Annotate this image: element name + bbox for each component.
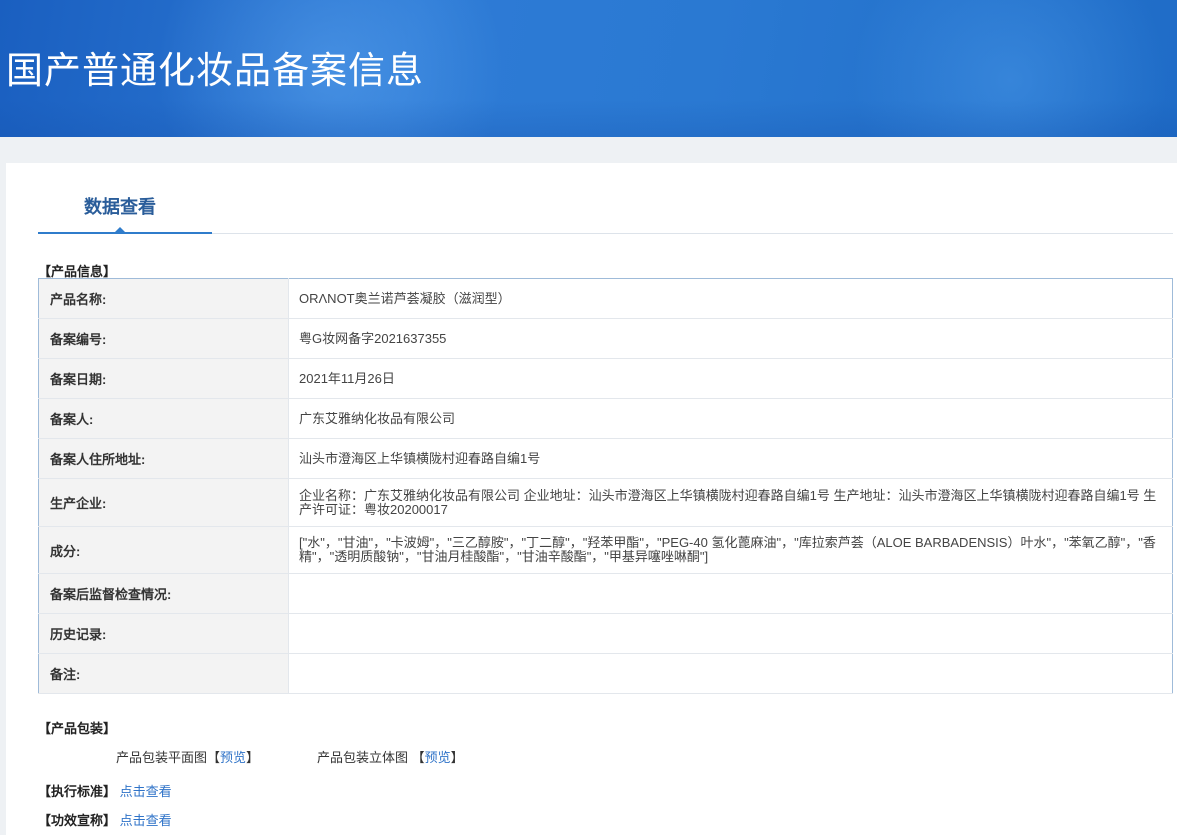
- bracket: 】: [450, 750, 464, 765]
- row-value: 粤G妆网备字2021637355: [288, 318, 1173, 359]
- header-banner: 国产普通化妆品备案信息: [0, 0, 1177, 137]
- table-row: 备案人: 广东艾雅纳化妆品有限公司: [38, 398, 1173, 439]
- preview-flat-link[interactable]: 预览: [220, 750, 246, 765]
- table-row: 生产企业: 企业名称：广东艾雅纳化妆品有限公司 企业地址：汕头市澄海区上华镇横陇…: [38, 478, 1173, 527]
- row-value: [288, 573, 1173, 614]
- standard-label: 【执行标准】: [38, 784, 117, 799]
- row-key: 备案编号:: [38, 318, 289, 359]
- standard-row: 【执行标准】 点击查看: [38, 781, 172, 800]
- tab-caret-icon: [114, 227, 126, 233]
- packaging-label: 【产品包装】: [38, 721, 117, 736]
- table-row: 备案日期: 2021年11月26日: [38, 358, 1173, 399]
- row-key: 历史记录:: [38, 613, 289, 654]
- table-row: 成分: ["水"，"甘油"，"卡波姆"，"三乙醇胺"，"丁二醇"，"羟苯甲酯"，…: [38, 526, 1173, 574]
- row-key: 备案人住所地址:: [38, 438, 289, 479]
- bracket: 】: [246, 750, 260, 765]
- packaging-flat: 产品包装平面图【预览】: [116, 747, 259, 766]
- row-key: 备案人:: [38, 398, 289, 439]
- table-row: 备案人住所地址: 汕头市澄海区上华镇横陇村迎春路自编1号: [38, 438, 1173, 479]
- standard-view-link[interactable]: 点击查看: [120, 784, 172, 799]
- row-value: 企业名称：广东艾雅纳化妆品有限公司 企业地址：汕头市澄海区上华镇横陇村迎春路自编…: [288, 478, 1173, 527]
- packaging-solid-label: 产品包装立体图: [317, 750, 409, 765]
- table-row: 备案后监督检查情况:: [38, 573, 1173, 614]
- row-key: 备注:: [38, 653, 289, 694]
- page-title: 国产普通化妆品备案信息: [6, 49, 424, 92]
- row-key: 成分:: [38, 526, 289, 574]
- content-panel: 数据查看 【产品信息】 产品名称: ORΛNOT奥兰诺芦荟凝胶（滋润型） 备案编…: [6, 163, 1177, 835]
- table-row: 备案编号: 粤G妆网备字2021637355: [38, 318, 1173, 359]
- efficacy-row: 【功效宣称】 点击查看: [38, 810, 172, 829]
- row-key: 备案日期:: [38, 358, 289, 399]
- tab-label: 数据查看: [84, 197, 156, 217]
- row-value: ["水"，"甘油"，"卡波姆"，"三乙醇胺"，"丁二醇"，"羟苯甲酯"，"PEG…: [288, 526, 1173, 574]
- product-info-table: 产品名称: ORΛNOT奥兰诺芦荟凝胶（滋润型） 备案编号: 粤G妆网备字202…: [38, 278, 1173, 694]
- efficacy-label: 【功效宣称】: [38, 813, 117, 828]
- efficacy-view-link[interactable]: 点击查看: [120, 813, 172, 828]
- row-value: [288, 653, 1173, 694]
- row-key: 备案后监督检查情况:: [38, 573, 289, 614]
- packaging-flat-label: 产品包装平面图: [116, 750, 208, 765]
- table-row: 产品名称: ORΛNOT奥兰诺芦荟凝胶（滋润型）: [38, 278, 1173, 319]
- row-value: 汕头市澄海区上华镇横陇村迎春路自编1号: [288, 438, 1173, 479]
- row-value: 广东艾雅纳化妆品有限公司: [288, 398, 1173, 439]
- bracket: 【: [207, 750, 221, 765]
- row-key: 生产企业:: [38, 478, 289, 527]
- tab-data-view[interactable]: 数据查看: [38, 163, 212, 234]
- banner-band: [0, 100, 1177, 137]
- preview-solid-link[interactable]: 预览: [425, 750, 451, 765]
- tab-bar: 数据查看: [38, 163, 1173, 234]
- row-value: 2021年11月26日: [288, 358, 1173, 399]
- row-value: [288, 613, 1173, 654]
- packaging-solid: 产品包装立体图 【预览】: [317, 747, 464, 766]
- row-key: 产品名称:: [38, 278, 289, 319]
- table-row: 备注:: [38, 653, 1173, 694]
- bracket: 【: [411, 750, 425, 765]
- row-value: ORΛNOT奥兰诺芦荟凝胶（滋润型）: [288, 278, 1173, 319]
- table-row: 历史记录:: [38, 613, 1173, 654]
